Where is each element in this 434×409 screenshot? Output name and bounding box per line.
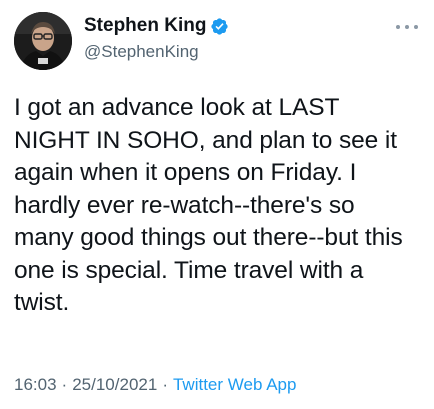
display-name[interactable]: Stephen King	[84, 15, 206, 37]
avatar-image	[14, 12, 72, 70]
handle[interactable]: @StephenKing	[84, 42, 229, 62]
tweet-date[interactable]: 25/10/2021	[72, 375, 157, 395]
tweet-text: I got an advance look at LAST NIGHT IN S…	[14, 94, 403, 316]
tweet-meta: 16:03 · 25/10/2021 · Twitter Web App	[14, 375, 296, 395]
tweet-card: Stephen King @StephenKing I got an advan…	[0, 0, 434, 409]
name-row: Stephen King	[84, 14, 229, 38]
tweet-source-link[interactable]: Twitter Web App	[173, 375, 296, 395]
meta-separator: ·	[162, 375, 168, 394]
avatar[interactable]	[14, 12, 72, 70]
verified-badge-icon	[210, 17, 229, 36]
author-info: Stephen King @StephenKing	[84, 14, 229, 62]
tweet-time[interactable]: 16:03	[14, 375, 57, 395]
more-icon[interactable]	[396, 22, 418, 32]
meta-separator: ·	[61, 375, 68, 394]
